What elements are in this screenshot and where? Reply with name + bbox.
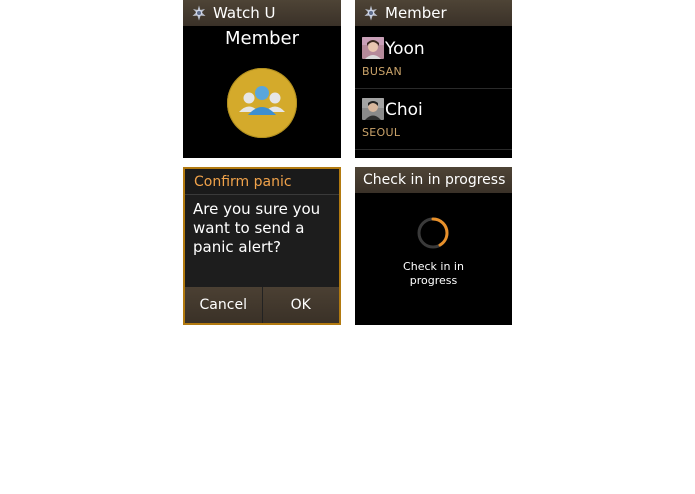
member-list-item[interactable]: Choi SEOUL <box>355 88 512 150</box>
watch-home-screen: Watch U Member <box>183 0 341 158</box>
member-list-screen: Member Yoon BUSAN Choi SEOUL <box>355 0 512 158</box>
members-group-icon <box>239 86 285 115</box>
app-logo-icon <box>192 5 206 21</box>
dialog-message: Are you sure you want to send a panic al… <box>193 200 321 256</box>
avatar <box>362 98 384 120</box>
screen-title: Check in in progress <box>363 172 506 188</box>
ok-button[interactable]: OK <box>261 287 339 323</box>
screen-title: Member <box>385 4 447 22</box>
member-button[interactable] <box>227 68 297 138</box>
title-bar: Watch U <box>183 0 341 26</box>
member-name: Choi <box>385 100 423 120</box>
cancel-button[interactable]: Cancel <box>185 287 262 323</box>
title-bar: Member <box>355 0 512 26</box>
app-logo-icon <box>364 5 378 21</box>
progress-status: Check in in progress <box>403 260 464 287</box>
page-title: Member <box>224 28 300 49</box>
member-list-item[interactable]: Yoon BUSAN <box>355 27 512 89</box>
member-city: SEOUL <box>362 126 401 139</box>
member-city: BUSAN <box>362 65 403 78</box>
dialog-buttons: Cancel OK <box>185 287 339 323</box>
app-title: Watch U <box>213 4 276 22</box>
checkin-progress-screen: Check in in progress Check in in progres… <box>355 167 512 325</box>
avatar <box>362 37 384 59</box>
confirm-panic-dialog: Confirm panic Are you sure you want to s… <box>183 167 341 325</box>
member-name: Yoon <box>385 39 425 59</box>
title-bar: Check in in progress <box>355 167 512 193</box>
dialog-title: Confirm panic <box>185 169 339 195</box>
loading-spinner-icon <box>417 217 449 249</box>
